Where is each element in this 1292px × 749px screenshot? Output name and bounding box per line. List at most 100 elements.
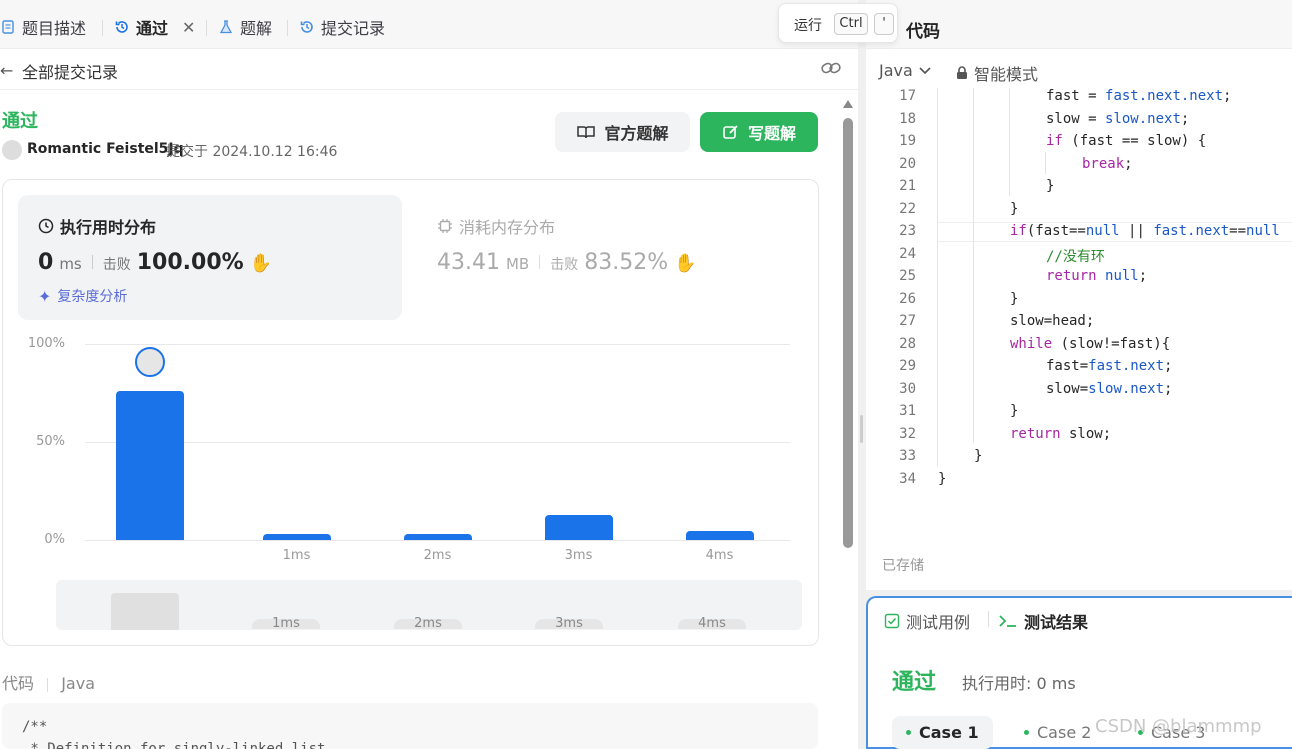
- code-line[interactable]: }: [1010, 291, 1018, 307]
- code-line[interactable]: }: [1010, 403, 1018, 419]
- memory-title[interactable]: 消耗内存分布: [437, 214, 555, 238]
- code-section-lang: Java: [61, 674, 95, 693]
- language-label: Java: [879, 61, 913, 80]
- editor-title: 代码: [906, 22, 940, 42]
- line-number: 21: [899, 178, 916, 194]
- chart-bar-3ms[interactable]: [544, 514, 613, 540]
- code-line[interactable]: slow=head;: [1010, 313, 1094, 329]
- x-tick-label: 3ms: [564, 548, 593, 563]
- runtime-title: 执行用时分布: [38, 214, 156, 238]
- code-line[interactable]: return slow;: [1010, 426, 1111, 442]
- case-tab-1[interactable]: Case 1: [892, 716, 993, 749]
- indent-guide: [973, 88, 974, 443]
- line-number: 27: [899, 313, 916, 329]
- chart-bar-1ms[interactable]: [262, 534, 331, 540]
- case-label: Case 1: [919, 723, 979, 742]
- runtime-values: 0 ms 击败 100.00% ✋: [38, 250, 272, 275]
- all-submissions-link[interactable]: 全部提交记录: [22, 59, 118, 83]
- mode-label: 智能模式: [974, 65, 1039, 84]
- official-solution-button[interactable]: 官方题解: [555, 112, 690, 152]
- code-line[interactable]: slow=slow.next;: [1046, 381, 1172, 397]
- history-icon: [115, 21, 128, 33]
- tab-result-label: 测试结果: [1024, 613, 1089, 632]
- terminal-icon: [999, 615, 1016, 627]
- code-line[interactable]: }: [1010, 201, 1018, 217]
- watermark: CSDN @blammmp: [1095, 716, 1262, 737]
- code-line[interactable]: }: [974, 448, 982, 464]
- x-tick-label: 4ms: [705, 548, 734, 563]
- code-line[interactable]: if(fast==null || fast.next==null: [1010, 223, 1280, 239]
- code-line: * Definition for singly-linked list.: [22, 741, 334, 749]
- code-line[interactable]: fast=fast.next;: [1046, 358, 1172, 374]
- tab-label: 题目描述: [22, 19, 87, 38]
- smart-mode-toggle[interactable]: 智能模式: [956, 61, 1038, 85]
- code-line[interactable]: }: [1046, 178, 1054, 194]
- y-tick-label: 0%: [44, 532, 65, 547]
- line-number: 31: [899, 403, 916, 419]
- code-line[interactable]: break;: [1082, 156, 1133, 172]
- code-line[interactable]: if (fast == slow) {: [1046, 133, 1206, 149]
- clock-icon: [38, 218, 54, 234]
- tab-accepted[interactable]: 通过 ✕: [114, 15, 195, 39]
- username[interactable]: Romantic Feistel5Jq: [27, 141, 184, 157]
- tab-divider: [287, 20, 288, 36]
- tab-test-result[interactable]: 测试结果: [998, 609, 1088, 633]
- tab-bar: 题目描述 通过 ✕ 题解 提交记录: [0, 0, 858, 49]
- scrollbar-thumb[interactable]: [843, 118, 853, 548]
- indent-guide: [1045, 152, 1046, 174]
- overview-tick-label: 3ms: [535, 617, 603, 630]
- tab-submissions[interactable]: 提交记录: [299, 15, 385, 39]
- case-tab-2[interactable]: Case 2: [1010, 716, 1105, 749]
- language-select[interactable]: Java: [879, 61, 931, 80]
- link-icon[interactable]: [820, 59, 842, 77]
- back-arrow-icon[interactable]: ←: [0, 61, 13, 80]
- chip-icon: [438, 219, 452, 233]
- scrollbar[interactable]: [843, 100, 853, 749]
- write-solution-button[interactable]: 写题解: [700, 112, 818, 152]
- submission-status: 通过: [2, 111, 38, 132]
- runtime-distribution-chart[interactable]: 100% 50% 0% 1ms 2ms 3ms 4ms: [0, 330, 830, 570]
- chevron-down-icon: [919, 66, 931, 74]
- memory-value: 43.41: [437, 250, 500, 275]
- my-submission-avatar[interactable]: [134, 347, 165, 378]
- tab-testcase-label: 测试用例: [906, 613, 971, 632]
- submitted-code-box[interactable]: /** * Definition for singly-linked list.: [2, 703, 818, 749]
- code-line[interactable]: fast = fast.next.next;: [1046, 88, 1231, 104]
- tab-label: 题解: [240, 19, 273, 38]
- case-label: Case 2: [1037, 723, 1092, 742]
- panel-resize-handle[interactable]: [860, 415, 863, 443]
- avatar[interactable]: [2, 140, 22, 160]
- divider: [47, 677, 49, 692]
- write-solution-label: 写题解: [747, 124, 796, 143]
- runtime-value: 0: [38, 250, 54, 275]
- line-number: 28: [899, 335, 916, 352]
- code-line[interactable]: }: [938, 471, 946, 487]
- line-number: 33: [899, 448, 916, 464]
- chart-bar-0ms[interactable]: [115, 391, 184, 540]
- complexity-label: 复杂度分析: [57, 289, 128, 305]
- tab-divider: [206, 20, 207, 36]
- divider: [539, 255, 541, 269]
- code-line[interactable]: return null;: [1046, 268, 1147, 284]
- tab-description[interactable]: 题目描述: [0, 15, 86, 39]
- lock-icon: [957, 66, 967, 79]
- code-line[interactable]: while (slow!=fast){: [1010, 336, 1170, 352]
- tab-solutions[interactable]: 题解: [218, 15, 272, 39]
- code-line[interactable]: //没有环: [1046, 246, 1105, 266]
- quote-key: ': [874, 13, 894, 35]
- complexity-analysis-link[interactable]: ✦ 复杂度分析: [38, 286, 127, 306]
- line-number: 32: [899, 425, 916, 442]
- code-line[interactable]: slow = slow.next;: [1046, 111, 1189, 127]
- chart-bar-2ms[interactable]: [403, 534, 472, 540]
- line-number: 25: [899, 268, 916, 284]
- close-icon[interactable]: ✕: [182, 18, 195, 37]
- line-number: 24: [899, 245, 916, 262]
- submission-subbar: ← 全部提交记录: [0, 50, 858, 90]
- history-icon: [300, 21, 313, 33]
- pass-dot: [1024, 730, 1029, 735]
- tab-testcase[interactable]: 测试用例: [884, 609, 970, 633]
- clap-icon: ✋: [249, 253, 273, 274]
- chart-bar-4ms[interactable]: [685, 531, 754, 540]
- ctrl-key: Ctrl: [834, 13, 868, 35]
- scroll-up-icon[interactable]: [843, 100, 853, 108]
